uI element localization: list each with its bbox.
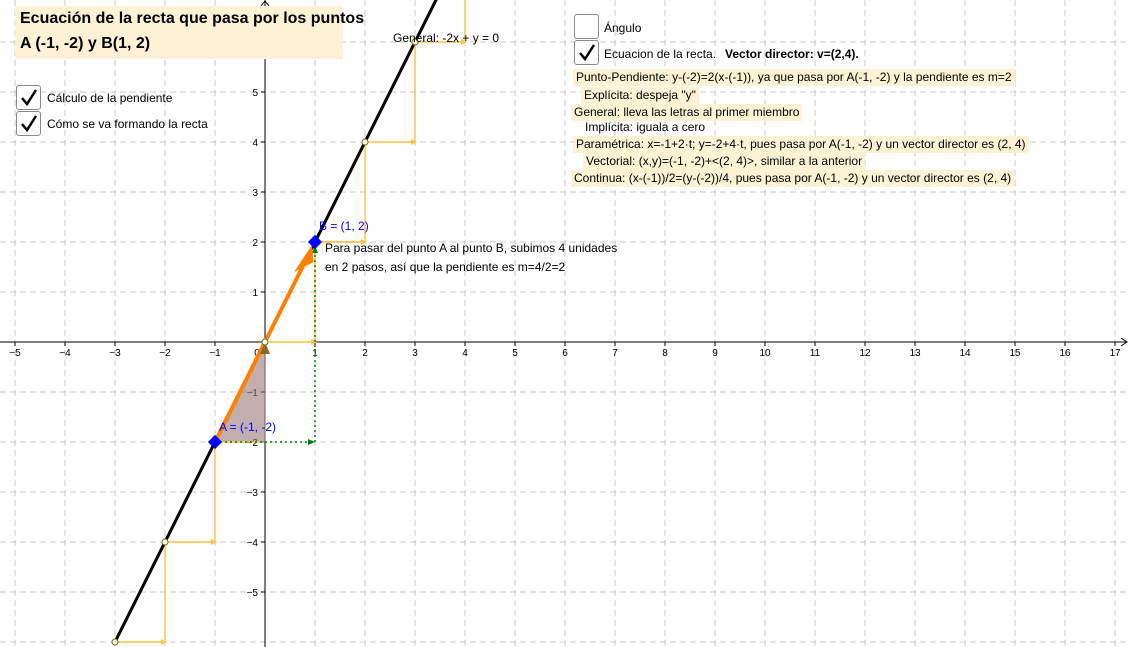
x-tick-label: 4 bbox=[462, 348, 468, 359]
x-tick-label: −3 bbox=[109, 348, 121, 359]
x-tick-label: 6 bbox=[562, 348, 568, 359]
x-tick-label: 1 bbox=[312, 348, 318, 359]
y-tick-label: 1 bbox=[252, 288, 258, 299]
step-run-head bbox=[411, 139, 417, 145]
x-tick-label: 8 bbox=[662, 348, 668, 359]
checkbox-angulo-label: Ángulo bbox=[604, 21, 642, 35]
y-tick-label: 5 bbox=[252, 88, 258, 99]
checkbox-ecuacion-label: Ecuacion de la recta. bbox=[604, 47, 717, 61]
checkbox-pendiente[interactable] bbox=[16, 85, 41, 110]
checkbox-ecuacion[interactable] bbox=[574, 40, 599, 65]
point-b[interactable] bbox=[307, 234, 323, 250]
point-b-label: B = (1, 2) bbox=[319, 219, 369, 233]
page-title-line2: A (-1, -2) y B(1, 2) bbox=[20, 35, 151, 52]
x-tick-label: 11 bbox=[810, 348, 821, 359]
general-equation-label: General: -2x + y = 0 bbox=[393, 31, 499, 45]
eq-continua: Continua: (x-(-1))/2=(y-(-2))/4, pues pa… bbox=[571, 170, 1015, 187]
x-tick-label: 13 bbox=[909, 348, 921, 359]
vector-director-label: Vector director: v=(2,4). bbox=[725, 47, 859, 61]
x-tick-label: 12 bbox=[859, 348, 871, 359]
eq-explicita: Explícita: despeja "y" bbox=[581, 87, 699, 104]
y-tick-label: 4 bbox=[252, 138, 258, 149]
checkbox-pendiente-label: Cálculo de la pendiente bbox=[47, 91, 173, 105]
x-tick-label: 16 bbox=[1059, 348, 1071, 359]
x-tick-label: −1 bbox=[209, 348, 221, 359]
checkmark-icon bbox=[21, 89, 38, 107]
explanation-line-2: en 2 pasos, así que la pendiente es m=4/… bbox=[325, 260, 566, 274]
explanation-line-1: Para pasar del punto A al punto B, subim… bbox=[325, 241, 617, 255]
x-tick-label: −4 bbox=[59, 348, 71, 359]
x-tick-label: 10 bbox=[759, 348, 771, 359]
y-tick-label: 2 bbox=[252, 238, 258, 249]
line-step-point bbox=[161, 538, 169, 546]
page-title-line1: Ecuación de la recta que pasa por los pu… bbox=[20, 10, 365, 27]
eq-vectorial: Vectorial: (x,y)=(-1, -2)+<(2, 4)>, simi… bbox=[583, 153, 866, 170]
eq-punto-pendiente: Punto-Pendiente: y-(-2)=2(x-(-1)), ya qu… bbox=[573, 69, 1015, 86]
eq-implicita: Implícita: iguala a cero bbox=[585, 120, 706, 134]
eq-parametrica: Paramétrica: x=-1+2·t; y=-2+4·t, pues pa… bbox=[573, 136, 1029, 153]
step-run-head bbox=[311, 339, 317, 345]
x-tick-label: −5 bbox=[9, 348, 21, 359]
x-tick-label: 2 bbox=[362, 348, 368, 359]
x-tick-label: 15 bbox=[1009, 348, 1021, 359]
x-tick-label: 5 bbox=[512, 348, 518, 359]
y-tick-label: −3 bbox=[247, 488, 259, 499]
line-step-point bbox=[361, 138, 369, 146]
checkbox-formando-label: Cómo se va formando la recta bbox=[47, 117, 208, 131]
x-tick-label: 14 bbox=[959, 348, 971, 359]
checkmark-icon bbox=[579, 44, 596, 62]
x-tick-label: 9 bbox=[712, 348, 718, 359]
y-tick-label: −5 bbox=[247, 588, 259, 599]
checkbox-formando[interactable] bbox=[16, 111, 41, 136]
y-tick-label: 3 bbox=[252, 188, 258, 199]
checkmark-icon bbox=[21, 115, 38, 133]
x-tick-label: 3 bbox=[412, 348, 418, 359]
line-step-point bbox=[111, 638, 119, 646]
eq-general: General: lleva las letras al primer miem… bbox=[571, 104, 803, 121]
y-tick-label: −4 bbox=[247, 538, 259, 549]
point-a-label: A = (-1, -2) bbox=[219, 420, 276, 434]
line-step-point bbox=[261, 338, 269, 346]
checkbox-angulo[interactable] bbox=[574, 14, 599, 39]
step-run-head bbox=[211, 539, 217, 545]
x-tick-label: 7 bbox=[612, 348, 618, 359]
step-run-head bbox=[161, 639, 167, 645]
x-tick-label: 17 bbox=[1109, 348, 1121, 359]
x-tick-label: −2 bbox=[159, 348, 171, 359]
run-dotted-head bbox=[308, 439, 315, 445]
